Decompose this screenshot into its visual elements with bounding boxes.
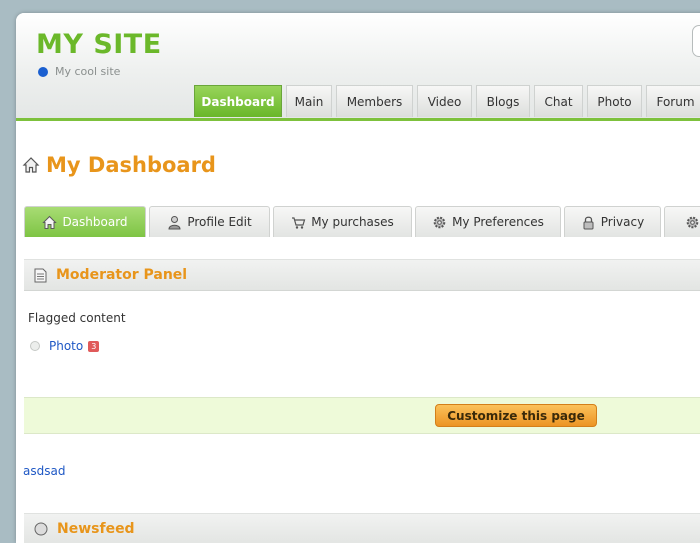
top-navigation: Dashboard Main Members Video Blogs Chat … xyxy=(194,85,700,118)
tab-my-purchases[interactable]: My purchases xyxy=(273,206,412,237)
search-input[interactable] xyxy=(692,25,700,57)
nav-item-label: Video xyxy=(427,94,462,109)
page-title: My Dashboard xyxy=(22,153,216,177)
nav-item-label: Photo xyxy=(597,94,632,109)
tab-dashboard[interactable]: Dashboard xyxy=(24,206,146,237)
nav-item-label: Chat xyxy=(544,94,573,109)
nav-item-forum[interactable]: Forum xyxy=(646,85,700,117)
asdsad-link[interactable]: asdsad xyxy=(23,464,65,478)
nav-item-label: Main xyxy=(294,94,324,109)
nav-item-label: Blogs xyxy=(486,94,520,109)
newsfeed-title: Newsfeed xyxy=(57,521,135,537)
tab-label: Privacy xyxy=(600,215,645,229)
home-icon xyxy=(42,215,58,229)
moderator-panel-header: Moderator Panel xyxy=(24,259,700,291)
home-icon xyxy=(22,157,40,173)
cart-icon xyxy=(292,216,306,229)
nav-item-blogs[interactable]: Blogs xyxy=(476,85,530,117)
gear-icon xyxy=(686,216,699,228)
nav-item-label: Members xyxy=(346,94,403,109)
newsfeed-header: Newsfeed xyxy=(24,513,700,543)
tagline-text: My cool site xyxy=(55,65,121,78)
gear-icon xyxy=(433,216,446,228)
tagline-dot-icon xyxy=(38,66,48,77)
count-badge: 3 xyxy=(88,340,100,352)
newsfeed-icon xyxy=(34,522,48,536)
user-icon xyxy=(168,215,181,229)
flagged-content-label: Flagged content xyxy=(28,311,126,325)
document-icon xyxy=(34,268,47,282)
lock-icon xyxy=(583,216,594,229)
flagged-photo-link[interactable]: Photo xyxy=(49,339,83,353)
list-item: Photo 3 xyxy=(30,339,100,353)
nav-item-chat[interactable]: Chat xyxy=(534,85,583,117)
tab-more[interactable] xyxy=(664,206,700,237)
dashboard-tabs: Dashboard Profile Edit My purchases My P… xyxy=(24,206,700,238)
page-title-text: My Dashboard xyxy=(46,153,216,177)
nav-item-video[interactable]: Video xyxy=(417,85,472,117)
site-title[interactable]: MY SITE xyxy=(36,29,162,60)
tab-my-preferences[interactable]: My Preferences xyxy=(415,206,561,237)
tab-profile-edit[interactable]: Profile Edit xyxy=(149,206,270,237)
moderator-panel-title: Moderator Panel xyxy=(56,267,188,283)
site-header: MY SITE My cool site Dashboard Main Memb… xyxy=(16,13,700,118)
customize-bar: Customize this page xyxy=(24,397,700,434)
header-divider xyxy=(16,118,700,121)
bullet-icon xyxy=(30,341,40,351)
tab-label: Profile Edit xyxy=(187,215,252,229)
nav-item-photo[interactable]: Photo xyxy=(587,85,642,117)
customize-page-button[interactable]: Customize this page xyxy=(435,404,597,427)
tab-label: Dashboard xyxy=(62,215,128,229)
nav-item-label: Dashboard xyxy=(201,94,275,109)
nav-item-members[interactable]: Members xyxy=(336,85,413,117)
nav-item-main[interactable]: Main xyxy=(286,85,332,117)
nav-item-dashboard[interactable]: Dashboard xyxy=(194,85,282,117)
site-tagline: My cool site xyxy=(38,65,120,78)
tab-privacy[interactable]: Privacy xyxy=(564,206,661,237)
nav-item-label: Forum xyxy=(656,94,695,109)
page-container: MY SITE My cool site Dashboard Main Memb… xyxy=(16,13,700,543)
tab-label: My purchases xyxy=(311,215,394,229)
tab-label: My Preferences xyxy=(452,215,544,229)
